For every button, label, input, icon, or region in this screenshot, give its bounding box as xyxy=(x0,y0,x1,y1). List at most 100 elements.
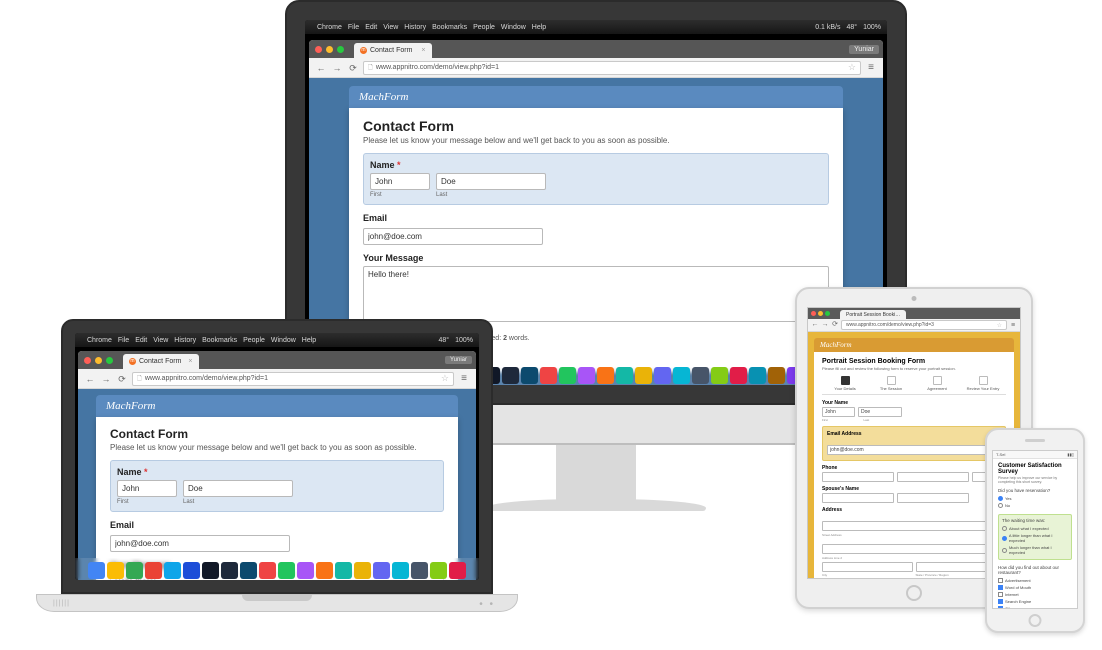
forward-button[interactable]: → xyxy=(821,319,829,331)
dock-app-icon[interactable] xyxy=(521,367,538,384)
forward-button[interactable]: → xyxy=(331,62,343,74)
dock-app-icon[interactable] xyxy=(711,367,728,384)
reload-button[interactable]: ⟳ xyxy=(831,319,839,331)
dock-app-icon[interactable] xyxy=(107,562,124,579)
macos-dock[interactable] xyxy=(75,558,479,580)
spouse-first-input[interactable] xyxy=(822,493,894,503)
chrome-menu-icon[interactable]: ≡ xyxy=(1009,322,1017,329)
address-bar[interactable]: www.appnitro.com/demo/view.php?id=3 ☆ xyxy=(841,320,1007,330)
forward-button[interactable]: → xyxy=(100,373,112,385)
step-item[interactable]: The Session xyxy=(868,376,914,391)
last-name-input[interactable] xyxy=(436,173,546,190)
reload-button[interactable]: ⟳ xyxy=(116,373,128,385)
chrome-profile[interactable]: Yuniar xyxy=(849,45,879,54)
minimize-icon[interactable] xyxy=(818,311,823,316)
street-input[interactable] xyxy=(822,521,1006,531)
menubar-app[interactable]: Chrome xyxy=(317,24,342,31)
dock-app-icon[interactable] xyxy=(126,562,143,579)
email-input[interactable] xyxy=(363,228,543,245)
window-controls[interactable] xyxy=(84,357,113,364)
dock-app-icon[interactable] xyxy=(259,562,276,579)
menubar-app[interactable]: Chrome xyxy=(87,337,112,344)
first-name-input[interactable] xyxy=(117,480,177,497)
radio-option[interactable]: Much longer than what I expected xyxy=(1002,544,1068,556)
menubar-item[interactable]: View xyxy=(153,337,168,344)
bookmark-icon[interactable]: ☆ xyxy=(997,322,1002,329)
phone-input[interactable] xyxy=(822,472,894,482)
address-bar[interactable]: 🗋 www.appnitro.com/demo/view.php?id=1 ☆ xyxy=(132,372,454,386)
back-button[interactable]: ← xyxy=(811,319,819,331)
chrome-tabbar[interactable]: m Contact Form × Yuniar xyxy=(309,40,883,58)
dock-app-icon[interactable] xyxy=(540,367,557,384)
macos-menubar[interactable]: Chrome File Edit View History Bookmarks … xyxy=(75,333,479,347)
tab-close-icon[interactable]: × xyxy=(421,47,425,54)
dock-app-icon[interactable] xyxy=(297,562,314,579)
step-item[interactable]: Your Details xyxy=(822,376,868,391)
first-name-input[interactable] xyxy=(822,407,855,417)
home-button[interactable] xyxy=(1029,614,1042,627)
chrome-profile[interactable]: Yuniar xyxy=(445,356,472,364)
checkbox-option[interactable]: Other xyxy=(998,605,1072,609)
address-bar[interactable]: 🗋 www.appnitro.com/demo/view.php?id=1 ☆ xyxy=(363,61,861,75)
dock-app-icon[interactable] xyxy=(449,562,466,579)
menubar-item[interactable]: Bookmarks xyxy=(432,24,467,31)
zoom-icon[interactable] xyxy=(106,357,113,364)
dock-app-icon[interactable] xyxy=(316,562,333,579)
email-input[interactable] xyxy=(827,445,1001,455)
dock-app-icon[interactable] xyxy=(616,367,633,384)
dock-app-icon[interactable] xyxy=(430,562,447,579)
dock-app-icon[interactable] xyxy=(202,562,219,579)
dock-app-icon[interactable] xyxy=(578,367,595,384)
bookmark-icon[interactable]: ☆ xyxy=(848,62,856,73)
browser-tab[interactable]: m Contact Form × xyxy=(354,43,432,58)
dock-app-icon[interactable] xyxy=(654,367,671,384)
dock-app-icon[interactable] xyxy=(749,367,766,384)
menubar-item[interactable]: Help xyxy=(532,24,546,31)
close-icon[interactable] xyxy=(84,357,91,364)
dock-app-icon[interactable] xyxy=(559,367,576,384)
minimize-icon[interactable] xyxy=(326,46,333,53)
dock-app-icon[interactable] xyxy=(183,562,200,579)
menubar-item[interactable]: People xyxy=(473,24,495,31)
back-button[interactable]: ← xyxy=(315,62,327,74)
checkbox-option[interactable]: Advertisement xyxy=(998,577,1072,584)
chrome-menu-icon[interactable]: ≡ xyxy=(458,373,470,384)
close-icon[interactable] xyxy=(315,46,322,53)
menubar-item[interactable]: Help xyxy=(302,337,316,344)
chrome-tabbar[interactable]: Portrait Session Booki… xyxy=(808,308,1020,319)
menubar-item[interactable]: History xyxy=(404,24,426,31)
dock-app-icon[interactable] xyxy=(221,562,238,579)
window-controls[interactable] xyxy=(811,311,830,316)
bookmark-icon[interactable]: ☆ xyxy=(441,373,449,384)
step-item[interactable]: Review Your Entry xyxy=(960,376,1006,391)
menubar-item[interactable]: File xyxy=(118,337,129,344)
macos-menubar[interactable]: Chrome File Edit View History Bookmarks … xyxy=(305,20,887,34)
radio-option[interactable]: No xyxy=(998,502,1072,509)
city-input[interactable] xyxy=(822,562,913,572)
street2-input[interactable] xyxy=(822,544,1006,554)
close-icon[interactable] xyxy=(811,311,816,316)
menubar-item[interactable]: Bookmarks xyxy=(202,337,237,344)
menubar-item[interactable]: Edit xyxy=(365,24,377,31)
browser-tab[interactable]: Portrait Session Booki… xyxy=(840,310,906,319)
dock-app-icon[interactable] xyxy=(88,562,105,579)
menubar-item[interactable]: View xyxy=(383,24,398,31)
chrome-tabbar[interactable]: m Contact Form × Yuniar xyxy=(78,351,476,369)
checkbox-option[interactable]: Search Engine xyxy=(998,598,1072,605)
menubar-item[interactable]: Window xyxy=(501,24,526,31)
zoom-icon[interactable] xyxy=(825,311,830,316)
menubar-item[interactable]: Edit xyxy=(135,337,147,344)
phone-input[interactable] xyxy=(897,472,969,482)
browser-tab[interactable]: m Contact Form × xyxy=(123,354,199,369)
radio-option[interactable]: A little longer than what I expected xyxy=(1002,532,1068,544)
dock-app-icon[interactable] xyxy=(730,367,747,384)
spouse-last-input[interactable] xyxy=(897,493,969,503)
first-name-input[interactable] xyxy=(370,173,430,190)
chrome-menu-icon[interactable]: ≡ xyxy=(865,62,877,73)
dock-app-icon[interactable] xyxy=(692,367,709,384)
dock-app-icon[interactable] xyxy=(392,562,409,579)
dock-app-icon[interactable] xyxy=(597,367,614,384)
last-name-input[interactable] xyxy=(858,407,902,417)
zoom-icon[interactable] xyxy=(337,46,344,53)
dock-app-icon[interactable] xyxy=(145,562,162,579)
